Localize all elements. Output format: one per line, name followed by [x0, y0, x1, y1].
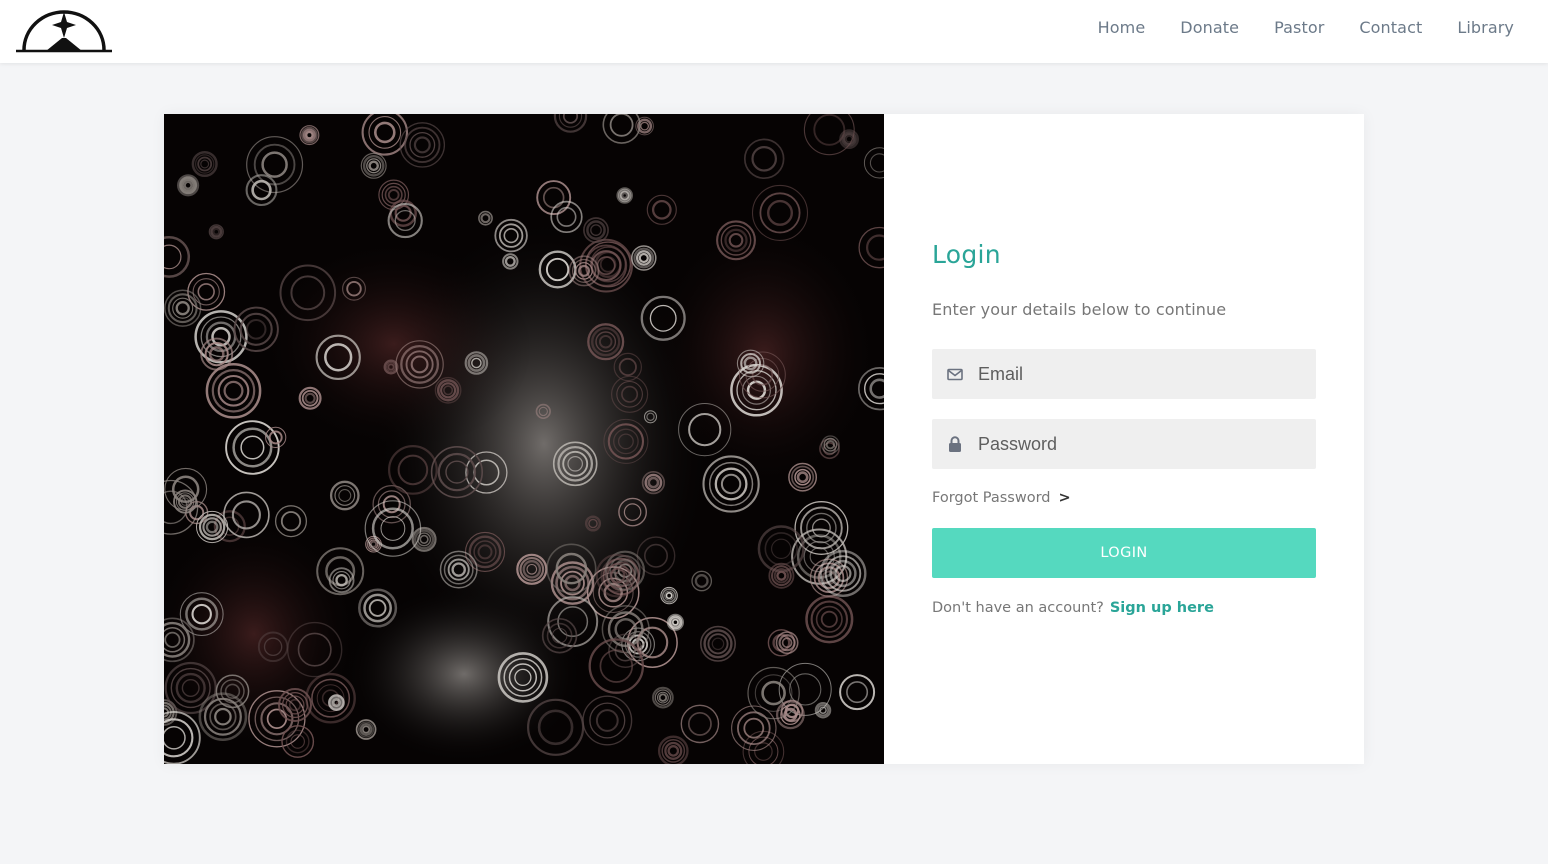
nav-home[interactable]: Home: [1098, 18, 1146, 37]
abstract-pattern-graphic: [164, 114, 884, 764]
signup-link[interactable]: Sign up here: [1110, 600, 1214, 616]
login-title: Login: [932, 240, 1001, 269]
login-subtitle: Enter your details below to continue: [932, 300, 1227, 319]
signup-prompt: Don't have an account? Sign up here: [932, 600, 1214, 616]
password-field[interactable]: [932, 419, 1316, 469]
nav-pastor[interactable]: Pastor: [1274, 18, 1324, 37]
email-input[interactable]: [978, 354, 1298, 394]
top-navbar: Home Donate Pastor Contact Library: [0, 0, 1548, 63]
login-card: Login Enter your details below to contin…: [164, 114, 1364, 764]
nav-donate[interactable]: Donate: [1180, 18, 1239, 37]
envelope-icon: [932, 368, 978, 381]
email-field[interactable]: [932, 349, 1316, 399]
signup-prompt-text: Don't have an account?: [932, 600, 1104, 616]
login-button[interactable]: LOGIN: [932, 528, 1316, 578]
forgot-password-label: Forgot Password: [932, 490, 1051, 506]
nav-contact[interactable]: Contact: [1359, 18, 1422, 37]
main-nav: Home Donate Pastor Contact Library: [1098, 0, 1514, 55]
nav-library[interactable]: Library: [1457, 18, 1514, 37]
lock-icon: [932, 435, 978, 453]
password-input[interactable]: [978, 424, 1298, 464]
forgot-password-link[interactable]: Forgot Password >: [932, 490, 1071, 506]
chevron-right-icon: >: [1058, 490, 1071, 506]
church-logo-icon[interactable]: [16, 8, 112, 54]
abstract-artwork-image: [164, 114, 884, 764]
login-form-panel: Login Enter your details below to contin…: [884, 114, 1364, 764]
